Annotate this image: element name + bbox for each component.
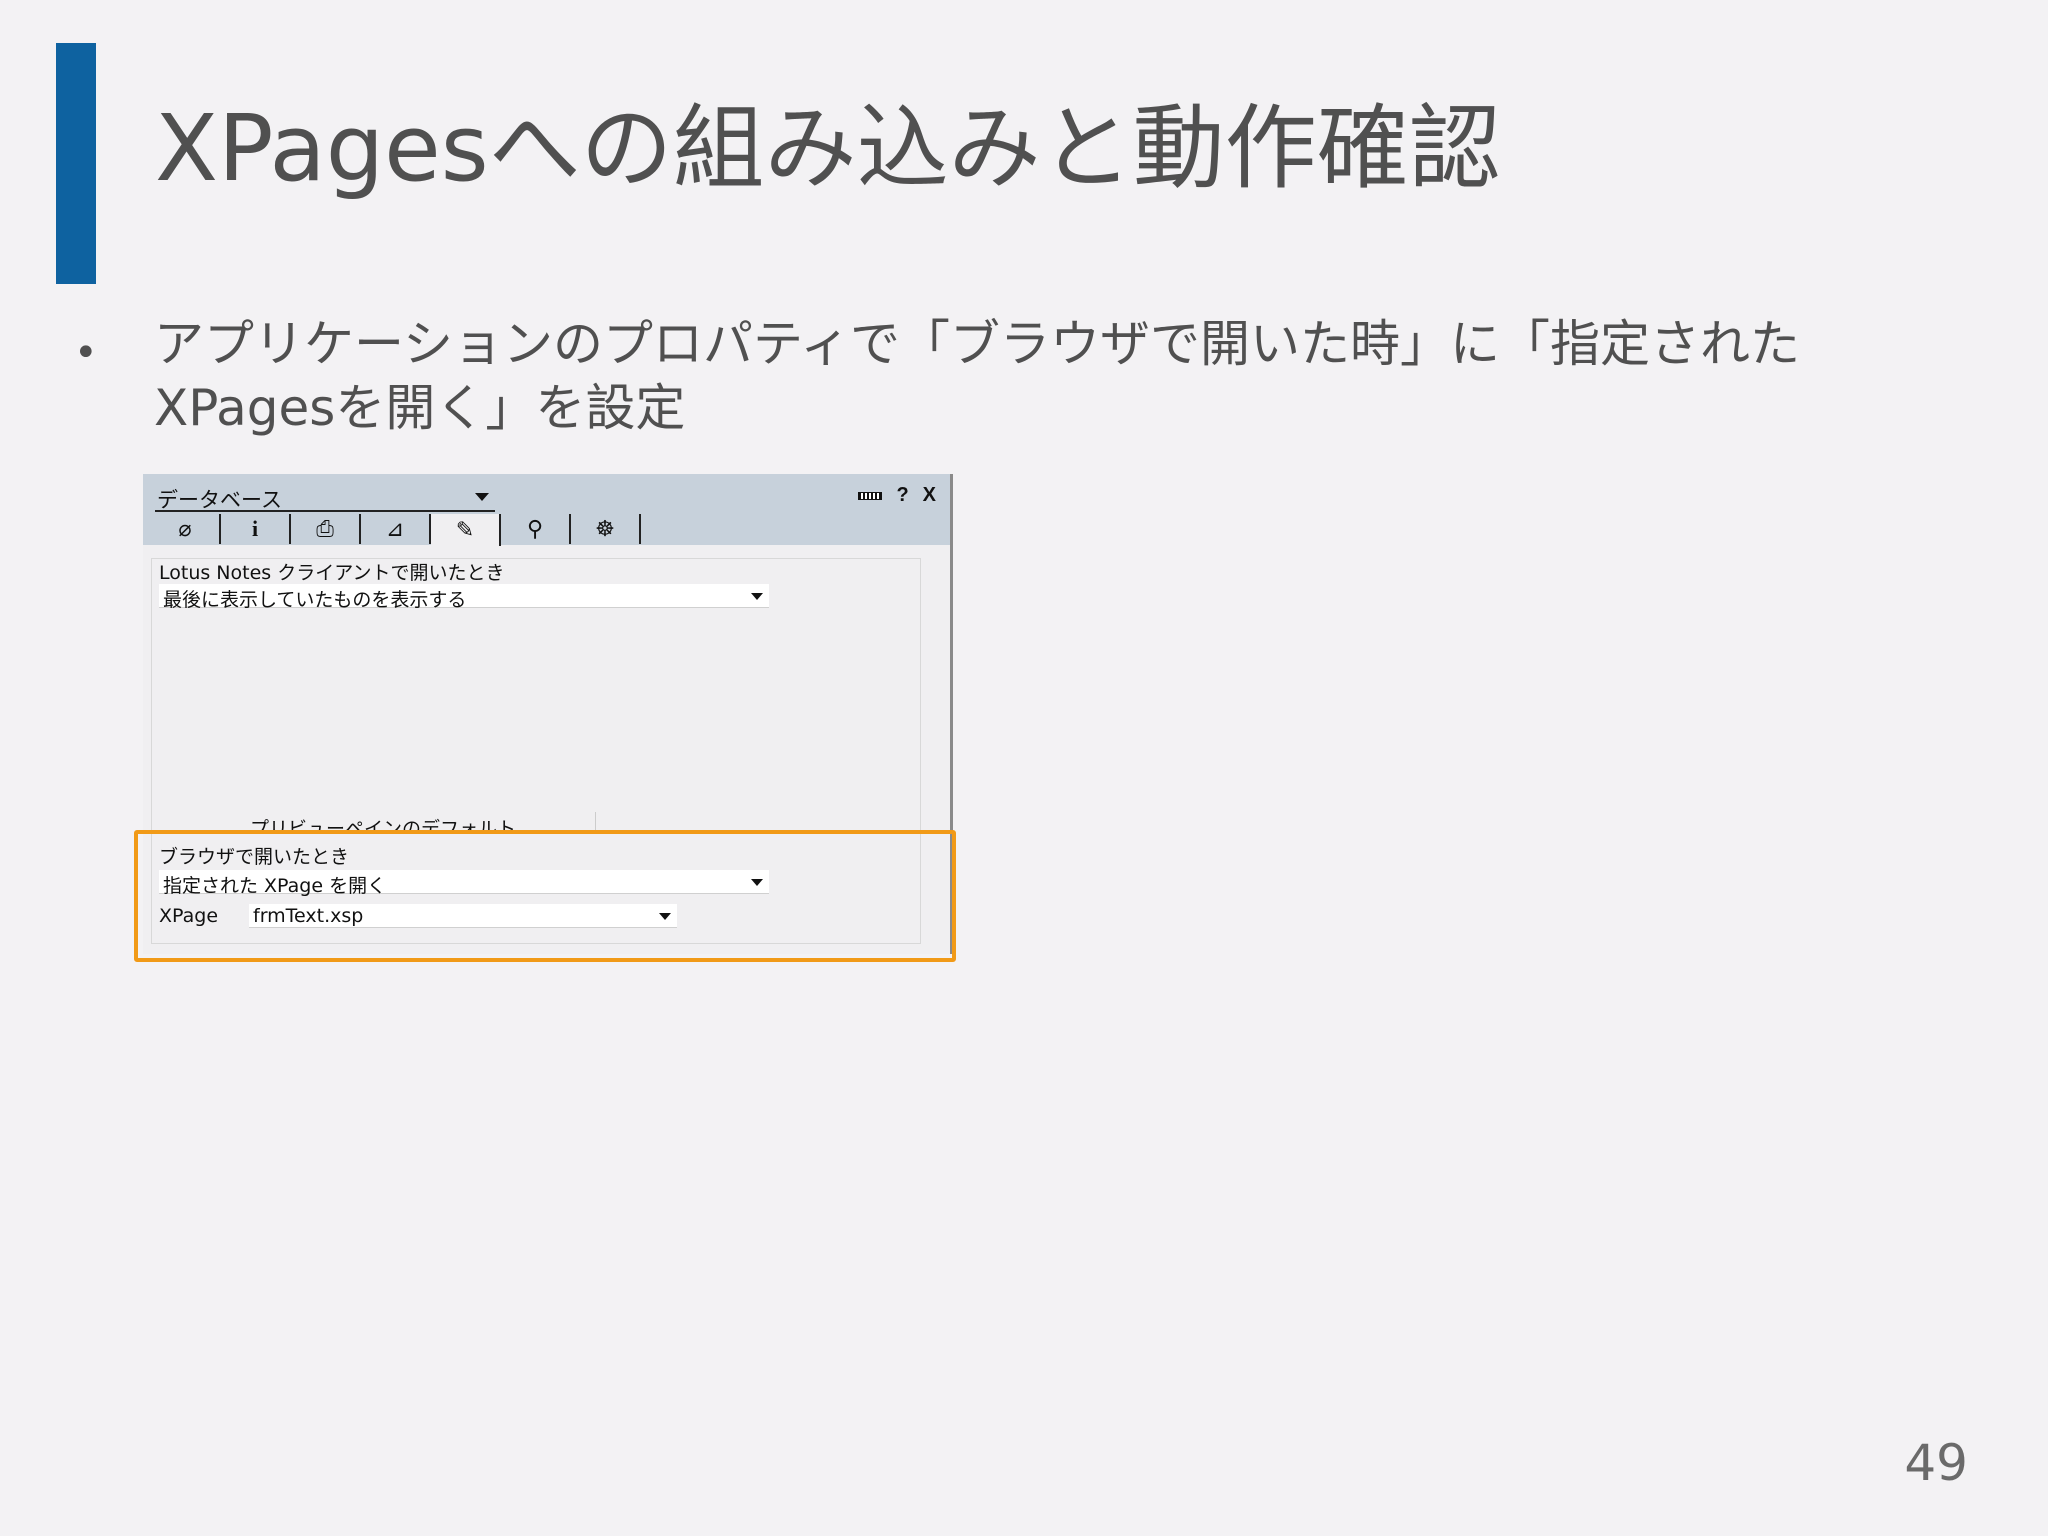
tab-basics[interactable]: ⌀: [151, 514, 221, 544]
tab-launch[interactable]: ✎: [431, 514, 501, 546]
bullet-text: アプリケーションのプロパティで「ブラウザで開いた時」に「指定された XPages…: [154, 315, 1800, 437]
chevron-down-icon: [475, 493, 489, 501]
panel-header: データベース ? X ⌀ i ⎙ ⊿ ✎ ⚲ ☸: [143, 474, 950, 546]
print-icon: ⎙: [316, 516, 334, 541]
tab-design[interactable]: ⊿: [361, 514, 431, 544]
highlight-box: [134, 830, 956, 962]
database-dropdown[interactable]: データベース: [155, 480, 495, 512]
notes-client-select[interactable]: 最後に表示していたものを表示する: [159, 584, 769, 611]
notes-client-label: Lotus Notes クライアントで開いたとき: [159, 562, 505, 584]
tab-advanced[interactable]: ☸: [571, 514, 641, 544]
database-dropdown-label: データベース: [157, 489, 282, 512]
info-icon: i: [251, 516, 259, 541]
launch-icon: ✎: [455, 517, 475, 542]
tab-info[interactable]: i: [221, 514, 291, 544]
help-button[interactable]: ?: [896, 484, 908, 507]
search-icon: ⚲: [526, 516, 544, 541]
tab-print[interactable]: ⎙: [291, 514, 361, 544]
title-accent-bar: [56, 43, 96, 284]
property-tabs: ⌀ i ⎙ ⊿ ✎ ⚲ ☸: [151, 514, 641, 546]
bullet-dot: •: [74, 330, 98, 376]
slide-title: XPagesへの組み込みと動作確認: [155, 95, 1501, 202]
minimize-icon[interactable]: [858, 491, 883, 500]
page-number: 49: [1904, 1434, 1968, 1492]
close-button[interactable]: X: [923, 484, 936, 507]
basics-icon: ⌀: [178, 516, 192, 541]
advanced-icon: ☸: [595, 516, 615, 541]
design-icon: ⊿: [385, 516, 405, 541]
panel-header-buttons: ? X: [858, 484, 936, 507]
notes-client-value: 最後に表示していたものを表示する: [163, 589, 467, 611]
slide: XPagesへの組み込みと動作確認 • アプリケーションのプロパティで「ブラウザ…: [0, 0, 2048, 1536]
chevron-down-icon: [751, 593, 763, 600]
tab-search[interactable]: ⚲: [501, 514, 571, 544]
